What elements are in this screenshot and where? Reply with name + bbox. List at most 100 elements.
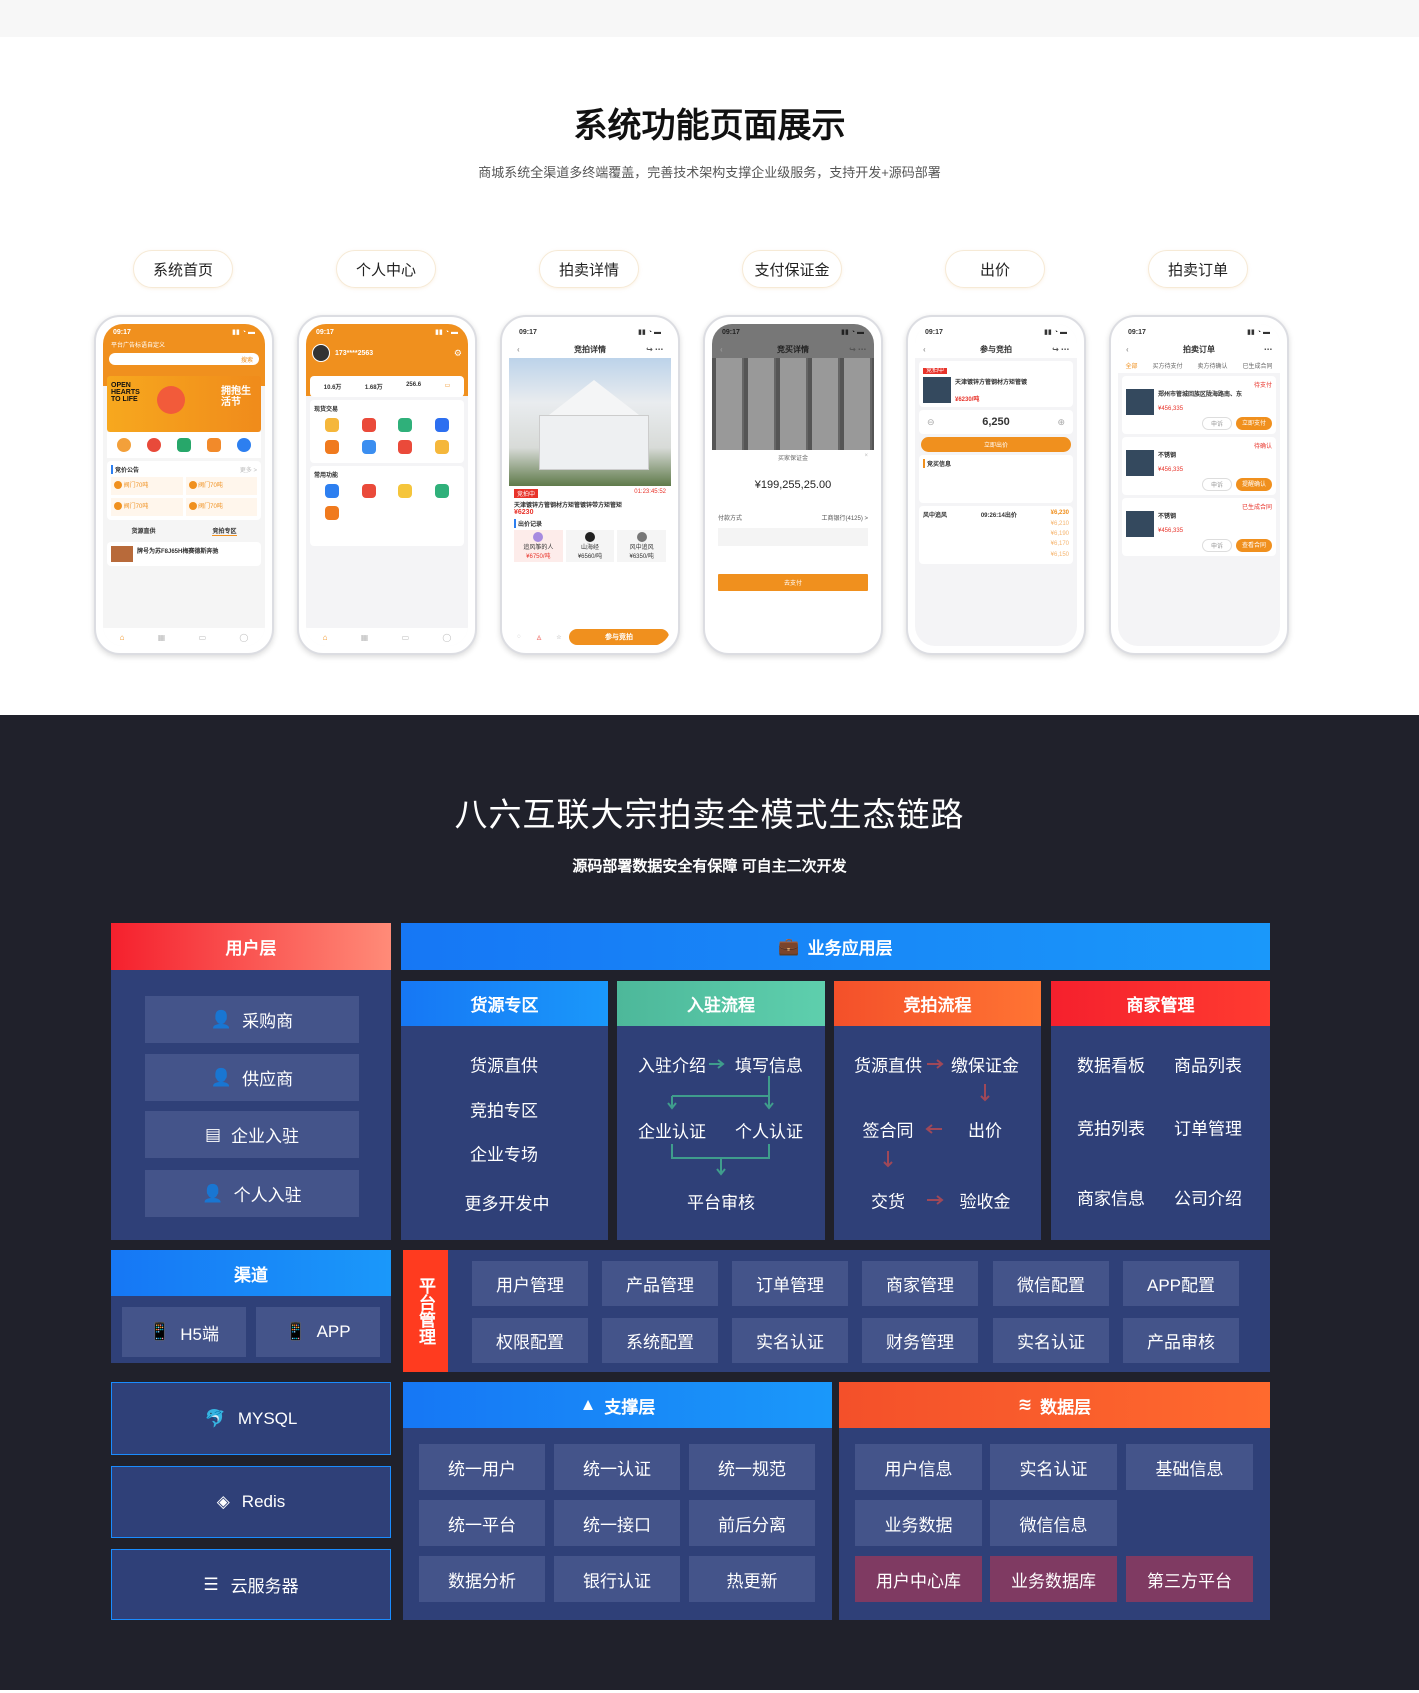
card-icon[interactable] bbox=[398, 484, 413, 498]
order-card[interactable]: 已生成合同 不锈钢 ¥456,335 申诉 查看合同 bbox=[1122, 498, 1276, 556]
support-item[interactable]: 统一规范 bbox=[689, 1444, 815, 1490]
order-action-button[interactable]: 提醒确认 bbox=[1235, 478, 1272, 491]
pay-button[interactable]: 去支付 bbox=[718, 574, 868, 591]
tab-bid[interactable]: 出价 bbox=[945, 250, 1045, 288]
notice-card[interactable]: 阀门70吨 bbox=[185, 498, 257, 516]
merchant-item[interactable]: 数据看板 bbox=[1077, 1052, 1145, 1077]
data-item[interactable]: 基础信息 bbox=[1126, 1444, 1253, 1490]
back-icon[interactable]: ‹ bbox=[1126, 345, 1129, 354]
support-item[interactable]: 银行认证 bbox=[554, 1556, 680, 1602]
order-tab-seller-confirm[interactable]: 卖方待确认 bbox=[1197, 361, 1227, 370]
handshake-icon[interactable] bbox=[325, 418, 340, 432]
share-icon[interactable]: ↪ ⋯ bbox=[849, 345, 866, 354]
order-action-button[interactable]: 查看合同 bbox=[1235, 539, 1272, 552]
notice-card[interactable]: 阀门70吨 bbox=[185, 477, 257, 495]
building-icon[interactable] bbox=[177, 438, 191, 452]
merchant-icon[interactable] bbox=[361, 484, 376, 498]
message-icon[interactable]: ▭ bbox=[402, 633, 410, 642]
storage-mysql[interactable]: 🐬 MYSQL bbox=[111, 1382, 391, 1455]
order-tab-all[interactable]: 全部 bbox=[1125, 361, 1137, 370]
bidder-card[interactable]: 风中追风 ¥6350/吨 bbox=[617, 530, 667, 562]
warning-icon[interactable] bbox=[325, 440, 340, 454]
platform-item[interactable]: 产品管理 bbox=[602, 1261, 718, 1306]
data-item[interactable]: 业务数据 bbox=[855, 1500, 982, 1546]
order-icon[interactable] bbox=[361, 418, 376, 432]
tab-deposit[interactable]: 支付保证金 bbox=[742, 250, 842, 288]
platform-item[interactable]: APP配置 bbox=[1123, 1261, 1239, 1306]
message-icon[interactable]: ▭ bbox=[199, 633, 207, 642]
product-image[interactable] bbox=[509, 358, 671, 486]
activity-icon[interactable] bbox=[237, 438, 251, 452]
alarm-icon[interactable] bbox=[147, 438, 161, 452]
notice-card[interactable]: 阀门70吨 bbox=[111, 498, 183, 516]
supply-item[interactable]: 更多开发中 bbox=[465, 1190, 550, 1215]
storage-redis[interactable]: ◈ Redis bbox=[111, 1466, 391, 1538]
support-item[interactable]: 统一平台 bbox=[419, 1500, 545, 1546]
merchant-item[interactable]: 商家信息 bbox=[1077, 1185, 1145, 1210]
merchant-item[interactable]: 商品列表 bbox=[1174, 1052, 1242, 1077]
avatar[interactable] bbox=[312, 344, 330, 362]
user-icon[interactable]: ◯ bbox=[239, 633, 248, 642]
share-icon[interactable]: ↪ ⋯ bbox=[646, 345, 663, 354]
order-tab-contract[interactable]: 已生成合同 bbox=[1242, 361, 1272, 370]
auction-step-accept[interactable]: 验收金 bbox=[960, 1188, 1011, 1213]
verify-icon[interactable] bbox=[325, 484, 340, 498]
bid-icon[interactable] bbox=[361, 440, 376, 454]
order-card[interactable]: 待确认 不锈钢 ¥456,335 申诉 提醒确认 bbox=[1122, 437, 1276, 495]
tab-profile[interactable]: 个人中心 bbox=[336, 250, 436, 288]
user-buyer[interactable]: 👤 采购商 bbox=[145, 996, 359, 1043]
merchant-item[interactable]: 公司介绍 bbox=[1174, 1185, 1242, 1210]
order-action-button[interactable]: 立即支付 bbox=[1235, 417, 1272, 430]
appeal-button[interactable]: 申诉 bbox=[1201, 539, 1232, 552]
search-bar[interactable]: 搜索 bbox=[109, 353, 259, 365]
platform-item[interactable]: 微信配置 bbox=[993, 1261, 1109, 1306]
certificate-icon[interactable] bbox=[434, 484, 449, 498]
home-icon[interactable]: ⌂ bbox=[323, 633, 328, 642]
onboarding-personal[interactable]: 个人认证 bbox=[735, 1118, 803, 1143]
onboarding-review[interactable]: 平台审核 bbox=[687, 1189, 755, 1214]
data-store[interactable]: 第三方平台 bbox=[1126, 1556, 1253, 1602]
contacts-icon[interactable] bbox=[325, 506, 340, 520]
supply-item[interactable]: 竞拍专区 bbox=[470, 1097, 538, 1122]
increase-button[interactable]: ⊕ bbox=[1057, 417, 1065, 428]
tab-supply[interactable]: 货源直供 bbox=[131, 526, 155, 536]
support-item[interactable]: 统一认证 bbox=[554, 1444, 680, 1490]
user-supplier[interactable]: 👤 供应商 bbox=[145, 1054, 359, 1101]
more-icon[interactable]: ⋯ bbox=[1264, 345, 1272, 354]
bid-now-button[interactable]: 立即出价 bbox=[921, 437, 1071, 452]
data-item[interactable]: 用户信息 bbox=[855, 1444, 982, 1490]
tab-home[interactable]: 系统首页 bbox=[133, 250, 233, 288]
support-item[interactable]: 前后分离 bbox=[689, 1500, 815, 1546]
channel-app[interactable]: 📱 APP bbox=[256, 1307, 380, 1357]
tab-auction-orders[interactable]: 拍卖订单 bbox=[1148, 250, 1248, 288]
merchant-item[interactable]: 竞拍列表 bbox=[1077, 1115, 1145, 1140]
merchant-item[interactable]: 订单管理 bbox=[1174, 1115, 1242, 1140]
home-icon[interactable]: ⌂ bbox=[120, 633, 125, 642]
close-icon[interactable]: × bbox=[864, 453, 868, 459]
platform-item[interactable]: 权限配置 bbox=[472, 1318, 588, 1363]
chat-icon[interactable]: ◌ bbox=[509, 634, 529, 640]
channel-h5[interactable]: 📱 H5端 bbox=[122, 1307, 246, 1357]
supply-item[interactable]: 企业专场 bbox=[470, 1141, 538, 1166]
bidder-card[interactable]: 山海经 ¥6560/吨 bbox=[565, 530, 615, 562]
tab-auction-zone[interactable]: 竞拍专区 bbox=[212, 526, 237, 536]
spot-trade-icon[interactable] bbox=[117, 438, 131, 452]
pay-method-select[interactable]: 工商银行(4125) > bbox=[821, 513, 868, 522]
support-item[interactable]: 统一接口 bbox=[554, 1500, 680, 1546]
auction-step-supply[interactable]: 货源直供 bbox=[854, 1052, 922, 1077]
signup-icon[interactable] bbox=[398, 440, 413, 454]
join-auction-button[interactable]: 参与竞拍 bbox=[569, 629, 669, 645]
shop-icon[interactable] bbox=[207, 438, 221, 452]
platform-item[interactable]: 商家管理 bbox=[862, 1261, 978, 1306]
listing-item[interactable]: 牌号为苏F8J65H梅赛德斯奔驰 bbox=[107, 542, 261, 566]
tab-auction-detail[interactable]: 拍卖详情 bbox=[539, 250, 639, 288]
decrease-button[interactable]: ⊖ bbox=[927, 417, 935, 428]
order-card[interactable]: 待支付 郑州市管城回族区陇海路南、东 ¥456,335 申诉 立即支付 bbox=[1122, 376, 1276, 434]
share-icon[interactable]: ↪ ⋯ bbox=[1052, 345, 1069, 354]
platform-item[interactable]: 订单管理 bbox=[732, 1261, 848, 1306]
onboarding-intro[interactable]: 入驻介绍 bbox=[638, 1052, 706, 1077]
notice-more[interactable]: 更多 > bbox=[240, 465, 257, 474]
notice-card[interactable]: 阀门70吨 bbox=[111, 477, 183, 495]
data-store[interactable]: 用户中心库 bbox=[855, 1556, 982, 1602]
platform-item[interactable]: 用户管理 bbox=[472, 1261, 588, 1306]
